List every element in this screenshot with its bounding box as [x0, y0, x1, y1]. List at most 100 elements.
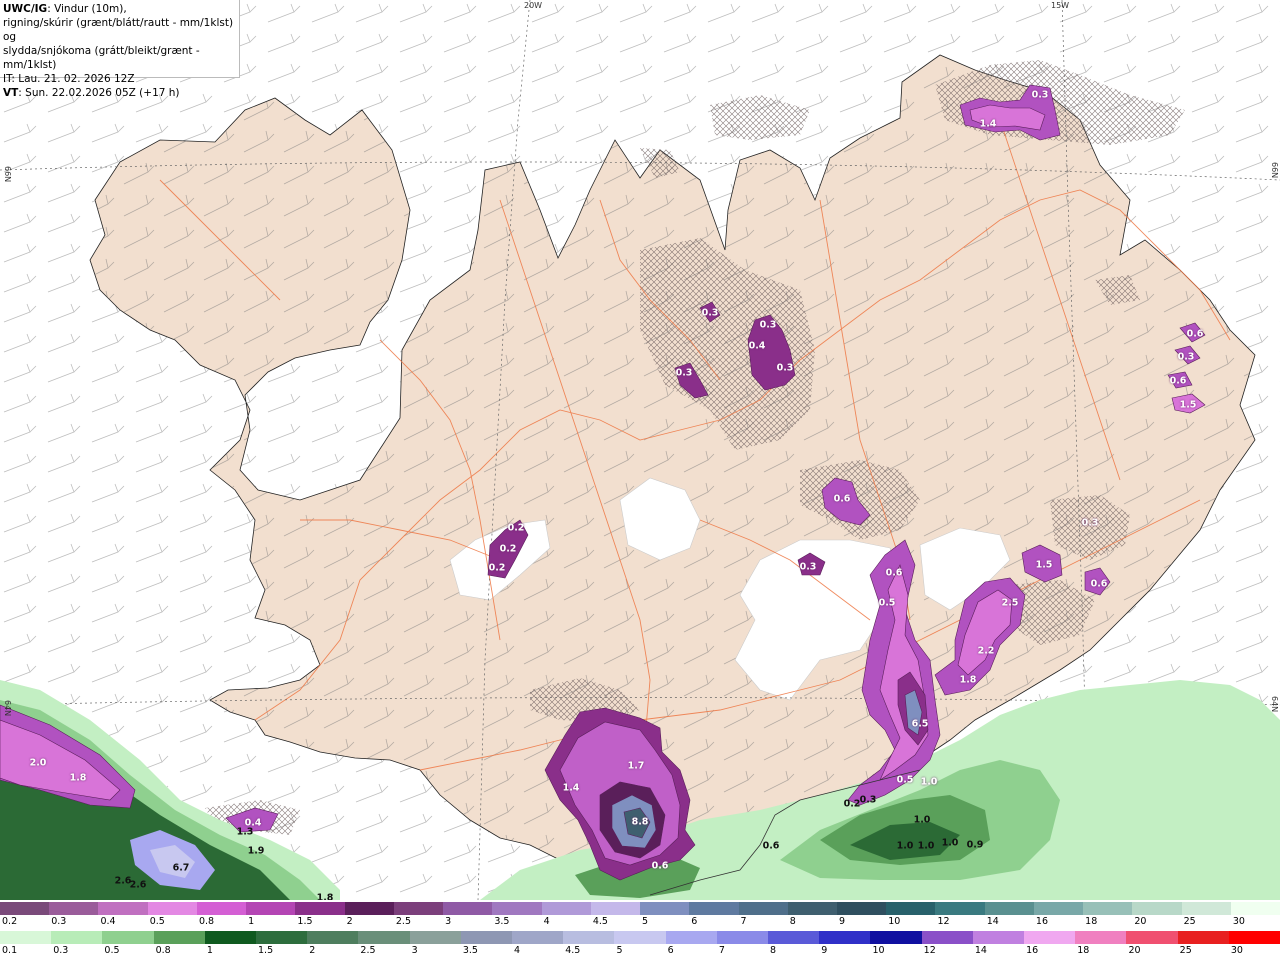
- snow-colorbar-label: 0.2: [2, 916, 18, 927]
- snow-colorbar-cell: [492, 902, 542, 915]
- snow-colorbar-label: 8: [789, 916, 796, 927]
- rain-colorbar-cell: [460, 931, 513, 944]
- rain-colorbar-cell: [563, 931, 615, 944]
- precip-value-label: 0.3: [1031, 89, 1049, 101]
- precip-value-label: 0.2: [499, 543, 517, 555]
- snow-colorbar-label: 1: [248, 916, 255, 927]
- snow-colorbar-cell: [738, 902, 788, 915]
- rain-colorbar-label: 16: [1026, 945, 1039, 956]
- title-line1: : Vindur (10m),: [47, 3, 127, 15]
- snow-colorbar-cell: [344, 902, 394, 915]
- lon-label-15w: 15W: [1051, 1, 1070, 10]
- rain-colorbar-label: 25: [1179, 945, 1192, 956]
- rain-colorbar-label: 8: [770, 945, 777, 956]
- snow-colorbar-cell: [640, 902, 690, 915]
- rain-colorbar-cell: [256, 931, 308, 944]
- rain-colorbar-cell: [614, 931, 666, 944]
- rain-colorbar-label: 2.5: [360, 945, 376, 956]
- precip-value-label: 0.5: [896, 774, 914, 786]
- snow-colorbar-label: 4.5: [592, 916, 608, 927]
- precip-value-label: 0.3: [759, 319, 777, 331]
- rain-colorbar-cells: [0, 931, 1280, 944]
- precip-value-label: 1.0: [896, 840, 914, 852]
- rain-colorbar-label: 3: [411, 945, 418, 956]
- precip-value-label: 0.3: [1177, 351, 1195, 363]
- rain-colorbar-label: 1.5: [258, 945, 274, 956]
- precip-value-label: 1.8: [69, 772, 87, 784]
- rain-colorbar-cell: [0, 931, 52, 944]
- snow-colorbar-label: 7: [740, 916, 747, 927]
- rain-colorbar-cell: [921, 931, 973, 944]
- snow-colorbar-label: 30: [1232, 916, 1245, 927]
- rain-colorbar-cell: [768, 931, 820, 944]
- precip-value-label: 2.6: [129, 879, 147, 891]
- rain-colorbar-label: 9: [821, 945, 828, 956]
- precip-value-label: 1.0: [917, 840, 935, 852]
- snow-colorbar-cell: [689, 902, 739, 915]
- precip-value-label: 1.8: [959, 674, 977, 686]
- rain-colorbar-cell: [1228, 931, 1280, 944]
- snow-colorbar-cell: [196, 902, 247, 915]
- rain-colorbar-label: 7: [718, 945, 725, 956]
- precip-value-label: 2.0: [29, 757, 47, 769]
- snow-colorbar-cell: [49, 902, 99, 915]
- snow-colorbar-labels: 0.2 0.3 0.4 0.5 0.8 1 1.5 2 2.5 3 3.5 4 4.5 5 6 7 8 9 10 12…: [0, 916, 1280, 930]
- rain-colorbar-cell: [102, 931, 154, 944]
- snow-colorbar-label: 2: [346, 916, 353, 927]
- lat-label-64n-right: 64N: [1270, 696, 1279, 713]
- rain-colorbar-cell: [512, 931, 564, 944]
- snow-colorbar-cell: [393, 902, 444, 915]
- snow-colorbar-label: 16: [1035, 916, 1049, 927]
- rain-colorbar-labels: 0.1 0.3 0.5 0.8 1 1.5 2 2.5 3 3.5 4 4.5 5 6 7 8 9 10 12 14 1…: [0, 945, 1280, 959]
- precip-value-label: 0.3: [776, 362, 794, 374]
- lat-label-66n-right: 66N: [1270, 162, 1279, 179]
- snow-colorbar-label: 6: [691, 916, 698, 927]
- snow-colorbar-cell: [98, 902, 148, 915]
- snow-colorbar-cell: [246, 902, 296, 915]
- snow-colorbar-cell: [590, 902, 641, 915]
- rain-colorbar-cell: [358, 931, 410, 944]
- snow-colorbar-cell: [1181, 902, 1231, 915]
- rain-colorbar-cell: [1075, 931, 1127, 944]
- precip-value-label: 0.6: [1186, 328, 1204, 340]
- precip-value-label: 1.0: [913, 814, 931, 826]
- precip-value-label: 0.6: [651, 860, 669, 872]
- precip-value-label: 0.3: [701, 307, 719, 319]
- init-time: IT: Lau. 21. 02. 2026 12Z: [3, 73, 135, 85]
- snow-colorbar-cell: [1033, 902, 1084, 915]
- map-title-box: UWC/IG: Vindur (10m), rigning/skúrir (gr…: [0, 0, 240, 99]
- precip-value-label: 0.3: [675, 367, 693, 379]
- rain-colorbar-label: 0.8: [155, 945, 171, 956]
- lat-label-64n-left: 64N: [3, 700, 12, 717]
- rain-colorbar-label: 5: [616, 945, 623, 956]
- snow-colorbar-cell: [984, 902, 1034, 915]
- snow-colorbar-cell: [0, 902, 50, 915]
- snow-colorbar-label: 3.5: [494, 916, 510, 927]
- rain-colorbar-cell: [716, 931, 769, 944]
- rain-colorbar-label: 30: [1230, 945, 1243, 956]
- model-name: UWC/IG: [3, 3, 48, 15]
- precip-value-label: 0.9: [966, 839, 984, 851]
- rain-colorbar-cell: [665, 931, 717, 944]
- rain-colorbar-label: 2: [309, 945, 316, 956]
- rain-colorbar-cell: [972, 931, 1025, 944]
- valid-time-prefix: VT: [3, 87, 19, 99]
- precip-value-label: 6.5: [911, 718, 929, 730]
- precip-value-label: 0.2: [488, 562, 506, 574]
- rain-colorbar-label: 18: [1077, 945, 1090, 956]
- snow-colorbar-label: 10: [888, 916, 901, 927]
- snow-colorbar-label: 25: [1183, 916, 1196, 927]
- precip-value-label: 0.6: [833, 493, 851, 505]
- precip-value-label: 0.5: [878, 597, 896, 609]
- rain-colorbar-label: 1: [206, 945, 213, 956]
- precip-value-label: 0.2: [843, 798, 861, 810]
- snow-colorbar-cell: [935, 902, 985, 915]
- precip-value-label: 1.0: [941, 837, 959, 849]
- snow-colorbar-label: 0.5: [149, 916, 165, 927]
- precip-value-label: 1.5: [1035, 559, 1053, 571]
- snow-colorbar-label: 4: [543, 916, 550, 927]
- rain-colorbar-cell: [51, 931, 103, 944]
- precip-value-label: 0.6: [1169, 375, 1187, 387]
- snow-colorbar-cell: [1083, 902, 1133, 915]
- precip-value-label: 6.7: [172, 862, 190, 874]
